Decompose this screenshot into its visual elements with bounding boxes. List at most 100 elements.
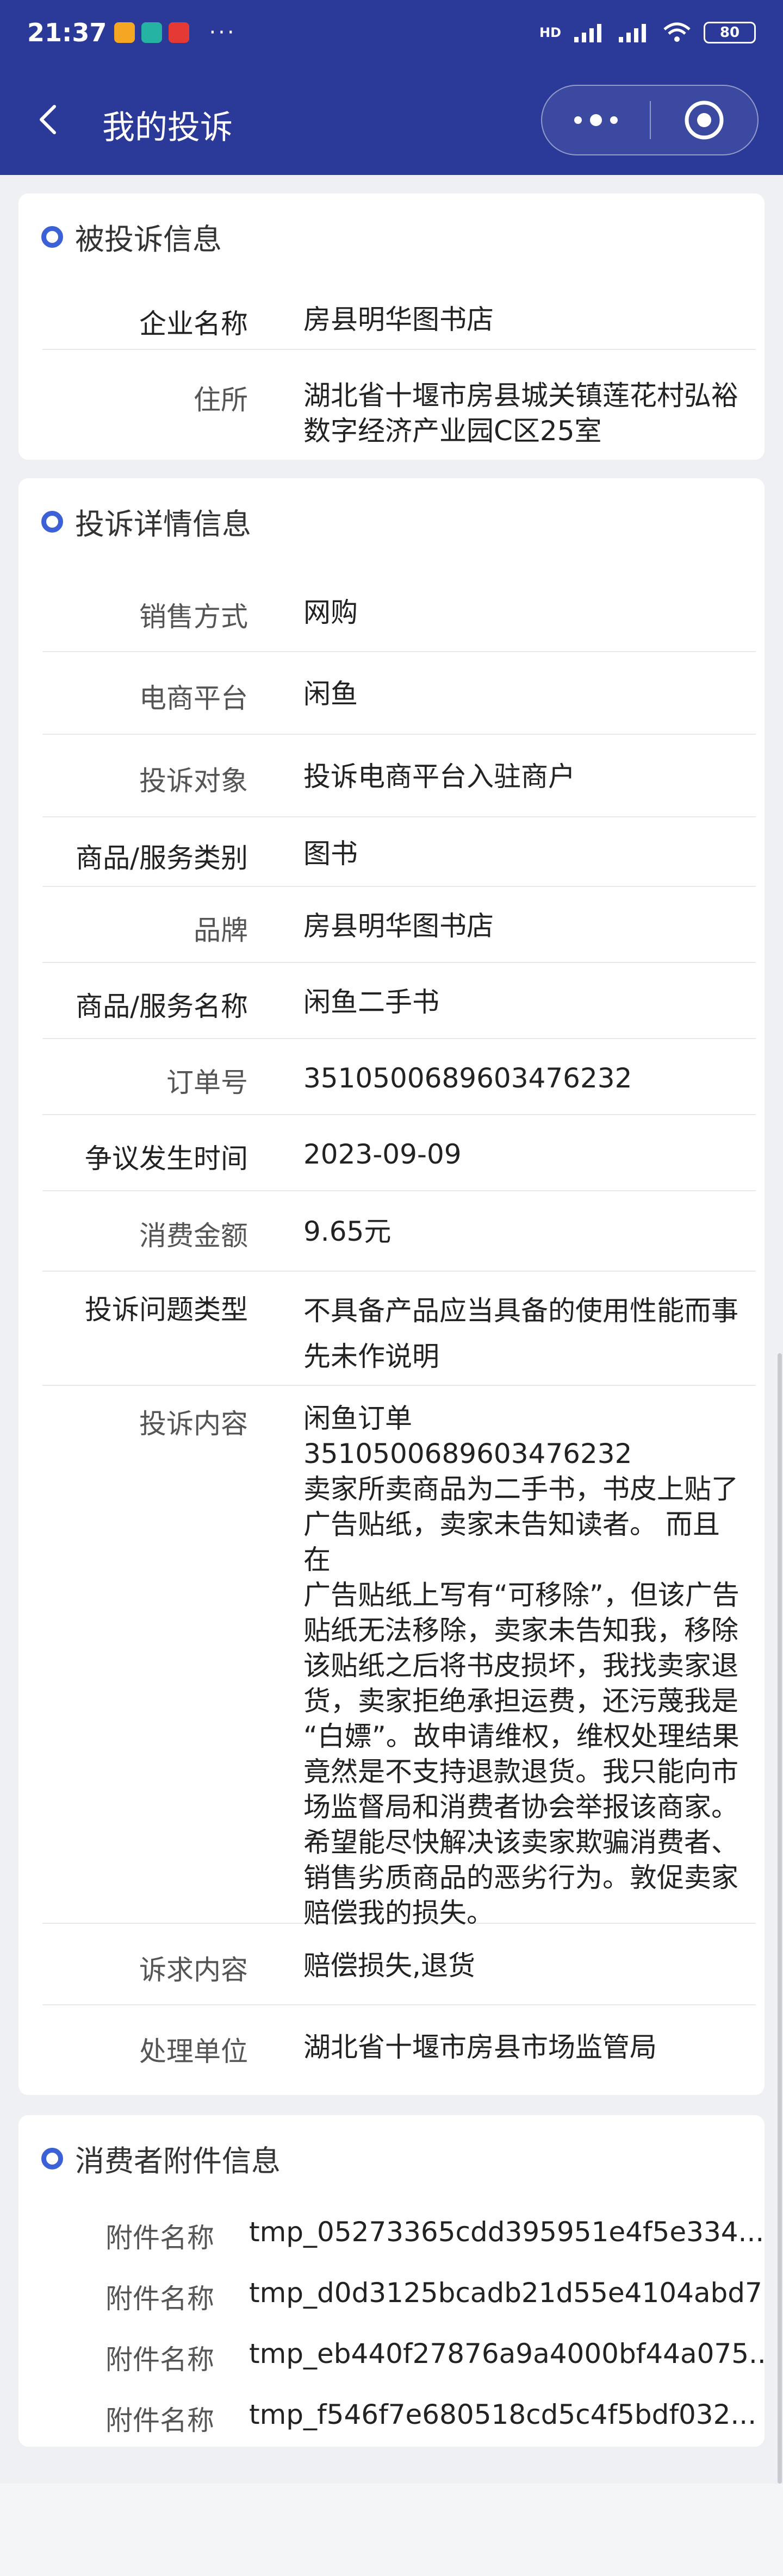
notification-boss-icon — [141, 22, 163, 43]
info-row-sales-method: 销售方式 网购 — [42, 571, 756, 652]
content-line: “白嫖”。故申请维权，维权处理结果 — [303, 1721, 739, 1752]
status-more: ··· — [209, 20, 237, 45]
content-line: 竟然是不支持退款退货。我只能向市 — [303, 1756, 738, 1787]
attachment-filename[interactable]: tmp_f546f7e680518cd5c4f5bdf032... — [249, 2399, 765, 2430]
wifi-icon — [663, 22, 691, 42]
back-icon[interactable] — [33, 103, 65, 136]
field-value: 赔偿损失,退货 — [303, 1950, 475, 1981]
field-value: 不具备产品应当具备的使用性能而事先未作说明 — [303, 1295, 738, 1372]
section-title-text: 消费者附件信息 — [75, 2144, 281, 2178]
content-line: 卖家所卖商品为二手书，书皮上贴了 — [303, 1473, 738, 1505]
field-value: 闲鱼 — [303, 678, 358, 710]
field-label: 投诉对象 — [139, 765, 248, 797]
notification-app-icon — [114, 22, 135, 43]
info-row-platform: 电商平台 闲鱼 — [42, 652, 756, 735]
field-label: 住所 — [194, 384, 248, 416]
info-row-product-name: 商品/服务名称 闲鱼二手书 — [42, 963, 756, 1039]
info-row-company: 企业名称 房县明华图书店 — [42, 286, 756, 350]
close-button[interactable] — [651, 99, 757, 141]
field-label: 销售方式 — [139, 601, 248, 633]
content-line: 场监督局和消费者协会举报该商家。 — [303, 1791, 738, 1823]
content-line: 销售劣质商品的恶劣行为。敦促卖家 — [303, 1862, 738, 1893]
field-value: 9.65元 — [303, 1216, 391, 1247]
scrollbar[interactable] — [778, 1353, 782, 2484]
content-line: 希望能尽快解决该卖家欺骗消费者、 — [303, 1827, 738, 1858]
section-title-complained: 被投诉信息 — [41, 215, 222, 258]
status-indicators: HD 80 — [539, 16, 756, 49]
info-row-amount: 消费金额 9.65元 — [42, 1191, 756, 1272]
field-value: 投诉电商平台入驻商户 — [303, 761, 575, 792]
complaint-details-card: 投诉详情信息 销售方式 网购 电商平台 闲鱼 投诉对象 投诉电商平台入驻商户 商… — [18, 478, 765, 2095]
info-row-complaint-content: 投诉内容 闲鱼订单 3510500689603476232 卖家所卖商品为二手书… — [42, 1386, 756, 1929]
more-button[interactable] — [542, 112, 650, 128]
info-row-demand: 诉求内容 赔偿损失,退货 — [42, 1924, 756, 2005]
field-value: 闲鱼二手书 — [303, 986, 439, 1018]
section-title-attachments: 消费者附件信息 — [41, 2137, 281, 2180]
content-line: 闲鱼订单 — [303, 1403, 412, 1434]
field-label: 电商平台 — [139, 683, 248, 714]
field-value: 2023-09-09 — [303, 1139, 462, 1170]
attachment-label: 附件名称 — [105, 2283, 214, 2315]
field-value: 网购 — [303, 597, 358, 628]
field-label: 商品/服务类别 — [76, 842, 248, 874]
info-row-handler: 处理单位 湖北省十堰市房县市场监管局 — [42, 2005, 756, 2087]
app-header: 21:37 ··· HD 80 我的投诉 — [0, 0, 783, 175]
battery-indicator: 80 — [704, 22, 756, 43]
section-title-details: 投诉详情信息 — [41, 500, 251, 543]
notification-red-app-icon — [169, 22, 190, 43]
info-row-target: 投诉对象 投诉电商平台入驻商户 — [42, 735, 756, 817]
attachments-card: 消费者附件信息 附件名称 tmp_05273365cdd395951e4f5e3… — [18, 2115, 765, 2447]
section-bullet-icon — [41, 2147, 63, 2169]
field-label: 争议发生时间 — [85, 1143, 248, 1174]
content-line: 该贴纸之后将书皮损坏，我找卖家退 — [303, 1650, 738, 1681]
complaint-content-text: 闲鱼订单 3510500689603476232 卖家所卖商品为二手书，书皮上贴… — [303, 1401, 744, 1931]
field-label: 商品/服务名称 — [76, 991, 248, 1022]
field-label: 处理单位 — [139, 2036, 248, 2067]
field-label: 订单号 — [166, 1067, 248, 1098]
field-label: 企业名称 — [139, 308, 248, 340]
target-close-icon — [685, 101, 724, 140]
field-value: 房县明华图书店 — [303, 910, 494, 942]
network-type: HD — [539, 25, 561, 40]
field-label: 品牌 — [194, 915, 248, 946]
field-value: 房县明华图书店 — [303, 304, 494, 335]
field-value: 图书 — [303, 838, 358, 870]
field-value: 湖北省十堰市房县市场监管局 — [303, 2031, 657, 2063]
complained-party-card: 被投诉信息 企业名称 房县明华图书店 住所 湖北省十堰市房县城关镇莲花村弘裕数字… — [18, 193, 765, 460]
field-label: 诉求内容 — [139, 1954, 248, 1986]
field-label: 投诉问题类型 — [85, 1294, 248, 1325]
info-row-address: 住所 湖北省十堰市房县城关镇莲花村弘裕数字经济产业园C区25室 — [42, 362, 756, 454]
bottom-safe-area — [0, 2484, 783, 2576]
content-line: 3510500689603476232 — [303, 1438, 632, 1470]
content-line: 货，卖家拒绝承担运费，还污蔑我是 — [303, 1685, 738, 1717]
field-label: 投诉内容 — [139, 1408, 248, 1440]
content-line: 广告贴纸，卖家未告知读者。 而且在 — [303, 1509, 720, 1575]
more-dots-icon — [574, 114, 618, 126]
info-row-dispute-date: 争议发生时间 2023-09-09 — [42, 1115, 756, 1191]
attachment-label: 附件名称 — [105, 2344, 214, 2375]
attachment-filename[interactable]: tmp_d0d3125bcadb21d55e4104abd7... — [249, 2277, 765, 2309]
nav-bar: 我的投诉 — [0, 82, 783, 158]
section-bullet-icon — [41, 226, 63, 248]
info-row-category: 商品/服务类别 图书 — [42, 817, 756, 887]
attachment-filename[interactable]: tmp_05273365cdd395951e4f5e334... — [249, 2216, 765, 2248]
section-title-text: 被投诉信息 — [75, 222, 222, 257]
signal-icon — [574, 24, 601, 42]
info-row-order-number: 订单号 3510500689603476232 — [42, 1039, 756, 1115]
battery-level: 80 — [719, 24, 740, 41]
field-value: 湖北省十堰市房县城关镇莲花村弘裕数字经济产业园C区25室 — [303, 380, 738, 447]
field-value: 3510500689603476232 — [303, 1062, 632, 1094]
attachment-filename[interactable]: tmp_eb440f27876a9a4000bf44a075... — [249, 2338, 765, 2369]
field-label: 消费金额 — [139, 1220, 248, 1252]
status-time: 21:37 — [27, 18, 107, 47]
status-bar: 21:37 ··· HD 80 — [0, 0, 783, 65]
content-line: 广告贴纸上写有“可移除”，但该广告 — [303, 1579, 739, 1611]
attachment-label: 附件名称 — [105, 2222, 214, 2254]
signal-2-icon — [619, 24, 646, 42]
section-bullet-icon — [41, 510, 63, 533]
attachment-label: 附件名称 — [105, 2405, 214, 2436]
info-row-problem-type: 投诉问题类型 不具备产品应当具备的使用性能而事先未作说明 — [42, 1272, 756, 1386]
page-title: 我的投诉 — [102, 109, 233, 147]
content-line: 贴纸无法移除，卖家未告知我，移除 — [303, 1615, 738, 1646]
info-row-brand: 品牌 房县明华图书店 — [42, 887, 756, 963]
